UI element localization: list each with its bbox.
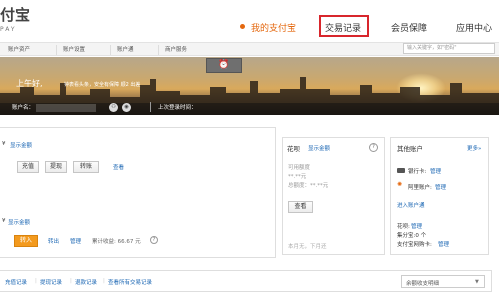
separator: | [103, 278, 105, 284]
divider [150, 102, 151, 112]
recharge-records-link[interactable]: 充值记录 [5, 278, 27, 286]
account-name-value [36, 104, 96, 112]
huabei-manage-link[interactable]: 管理 [411, 222, 422, 230]
balance-show-amount-link[interactable]: 显示金额 [10, 141, 32, 149]
points-text: 集分宝:0 个 [397, 233, 427, 239]
yuebao-currency-icon: ¥ [2, 218, 6, 224]
question-icon[interactable]: ? [369, 143, 378, 152]
alarm-clock-icon[interactable]: ⏰ [206, 58, 242, 73]
withdraw-records-link[interactable]: 提现记录 [40, 278, 62, 286]
logo-main-text: 付宝 [0, 6, 31, 24]
nav-member-protection[interactable]: 会员保障 [391, 21, 427, 34]
city-skyline-image [0, 77, 499, 103]
recharge-button[interactable]: 充值 [17, 161, 39, 173]
nav-my-alipay[interactable]: 我的支付宝 [251, 21, 296, 34]
more-link[interactable]: 更多» [467, 144, 481, 152]
huabei-title: 花呗 [287, 145, 300, 153]
question-icon[interactable]: ? [150, 236, 158, 244]
balance-view-link[interactable]: 查看 [113, 163, 124, 171]
pay-card-label: 支付宝网购卡: [397, 242, 432, 248]
last-login-label: 上次登录时间： [158, 105, 197, 111]
records-type-select[interactable]: 余额收支明细 ▼ [401, 275, 485, 288]
account-name-label: 账户名： [12, 105, 35, 111]
withdraw-button[interactable]: 提现 [45, 161, 67, 173]
separator: | [70, 278, 72, 284]
huabei-label: 花呗: [397, 224, 410, 230]
records-bar: 充值记录 | 提现记录 | 退款记录 | 查看所有交易记录 余额收支明细 ▼ [0, 270, 492, 292]
logo-sub-text: PAY [0, 26, 17, 33]
security-shield-icon[interactable]: ◉ [122, 103, 131, 112]
balance-panel: ¥ 显示金额 充值 提现 转账 查看 ¥ 显示金额 转入 转出 管理 累计收益:… [0, 127, 276, 258]
available-credit-label: 可用额度 [288, 165, 311, 171]
repayment-note: 本月无，下月还 [288, 244, 327, 250]
search-input[interactable]: 输入关键字，如"密码" [403, 43, 495, 54]
subtab-account-link[interactable]: 账户通 [110, 45, 140, 55]
nav-app-center[interactable]: 应用中心 [456, 21, 492, 34]
total-credit-text: 总额度：**.**元 [288, 183, 329, 189]
alibaba-icon: ✺ [397, 181, 403, 188]
enter-account-link[interactable]: 进入账户通 [397, 201, 425, 209]
transfer-out-link[interactable]: 转出 [48, 237, 59, 245]
transfer-in-button[interactable]: 转入 [14, 235, 38, 247]
bank-card-label: 银行卡: [408, 169, 427, 175]
huabei-show-amount-link[interactable]: 显示金额 [308, 144, 330, 152]
subtab-account-assets[interactable]: 账户资产 [2, 45, 36, 55]
other-accounts-panel: 其他账户 更多» 银行卡: 管理 ✺ 阿里账户: 管理 进入账户通 花呗: 管理… [390, 137, 489, 255]
huabei-panel: 花呗 显示金额 ? 可用额度 **.**元 总额度：**.**元 查看 本月无，… [282, 137, 385, 255]
yuebao-manage-link[interactable]: 管理 [70, 237, 81, 245]
subtab-merchant-services[interactable]: 商户服务 [158, 45, 193, 55]
balance-currency-icon: ¥ [2, 141, 6, 147]
transfer-button[interactable]: 转账 [73, 161, 99, 173]
available-credit-value: **.**元 [288, 174, 307, 180]
total-income-text: 累计收益: 66.67 元 [92, 239, 141, 245]
records-type-value: 余额收支明细 [406, 281, 440, 287]
greeting-note: 钟表看头条，安全有保障 顺2 出差 [64, 82, 141, 88]
alibaba-account-label: 阿里账户: [408, 185, 432, 191]
chevron-down-icon: ▼ [475, 279, 479, 285]
greeting-text: 上午好, [16, 79, 43, 88]
pay-card-manage-link[interactable]: 管理 [438, 240, 449, 248]
all-records-link[interactable]: 查看所有交易记录 [108, 278, 152, 286]
user-profile-icon[interactable]: ⚇ [109, 103, 118, 112]
greeting-banner: ⏰ 上午好, 钟表看头条，安全有保障 顺2 出差 账户名： ⚇ ◉ 上次登录时间… [0, 57, 499, 115]
bank-card-manage-link[interactable]: 管理 [430, 167, 441, 175]
active-nav-dot-icon [240, 24, 245, 29]
transaction-records-highlight-box [319, 15, 369, 37]
top-bar: 付宝 PAY 我的支付宝 交易记录 会员保障 应用中心 [0, 0, 499, 42]
alibaba-manage-link[interactable]: 管理 [435, 183, 446, 191]
separator: | [35, 278, 37, 284]
alipay-logo[interactable]: 付宝 PAY [0, 4, 30, 33]
other-accounts-title: 其他账户 [397, 145, 423, 153]
subtab-account-settings[interactable]: 账户设置 [56, 45, 91, 55]
yuebao-show-amount-link[interactable]: 显示金额 [8, 218, 30, 226]
bank-card-icon [397, 168, 405, 173]
refund-records-link[interactable]: 退款记录 [75, 278, 97, 286]
huabei-view-button[interactable]: 查看 [288, 201, 313, 213]
